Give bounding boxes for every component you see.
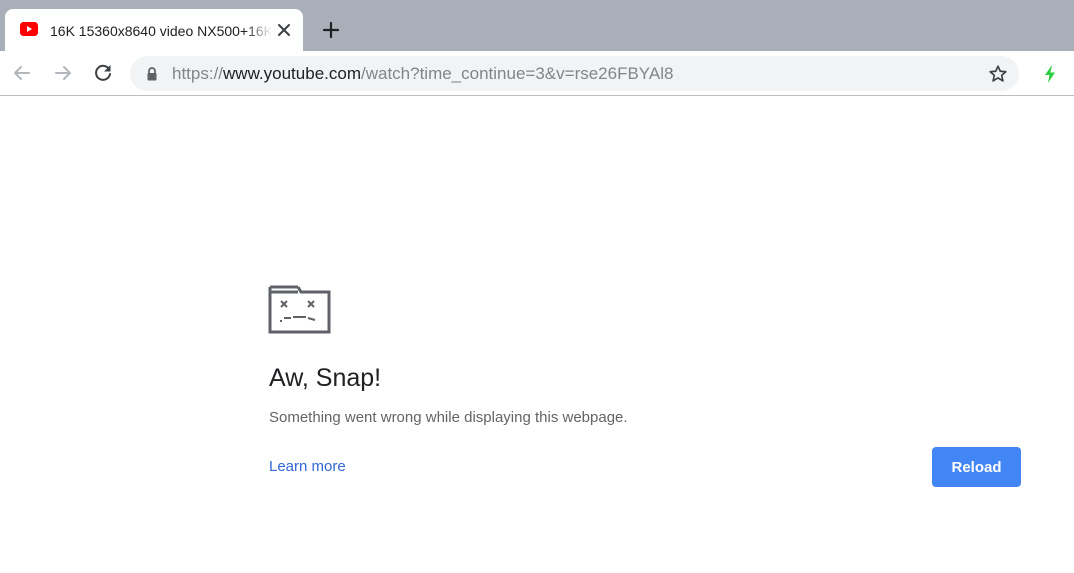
new-tab-icon[interactable] xyxy=(319,18,343,42)
browser-tab[interactable]: 16K 15360x8640 video NX500+16K 15360x864… xyxy=(5,9,303,51)
star-icon[interactable] xyxy=(987,63,1009,85)
sad-folder-icon xyxy=(268,285,331,334)
close-icon[interactable] xyxy=(275,21,293,39)
reload-button[interactable]: Reload xyxy=(932,447,1021,487)
url-path: /watch?time_continue=3&v=rse26FBYAl8 xyxy=(360,64,674,83)
error-title: Aw, Snap! xyxy=(269,364,382,392)
lock-icon xyxy=(147,67,157,81)
forward-arrow-icon[interactable] xyxy=(51,61,75,85)
learn-more-link[interactable]: Learn more xyxy=(269,457,346,477)
url-text[interactable]: https://www.youtube.com/watch?time_conti… xyxy=(172,64,673,84)
tab-title: 16K 15360x8640 video NX500+16K 15360x864… xyxy=(50,23,272,39)
browser-toolbar: https://www.youtube.com/watch?time_conti… xyxy=(0,51,1074,96)
url-scheme: https:// xyxy=(172,64,224,83)
url-host: www.youtube.com xyxy=(223,64,361,83)
address-bar[interactable]: https://www.youtube.com/watch?time_conti… xyxy=(130,56,1019,91)
tab-strip: 16K 15360x8640 video NX500+16K 15360x864… xyxy=(0,0,1074,51)
error-message: Something went wrong while displaying th… xyxy=(269,409,628,426)
reload-icon[interactable] xyxy=(91,61,115,85)
youtube-icon xyxy=(20,22,38,36)
back-arrow-icon[interactable] xyxy=(10,61,34,85)
lightning-icon[interactable] xyxy=(1040,63,1060,85)
